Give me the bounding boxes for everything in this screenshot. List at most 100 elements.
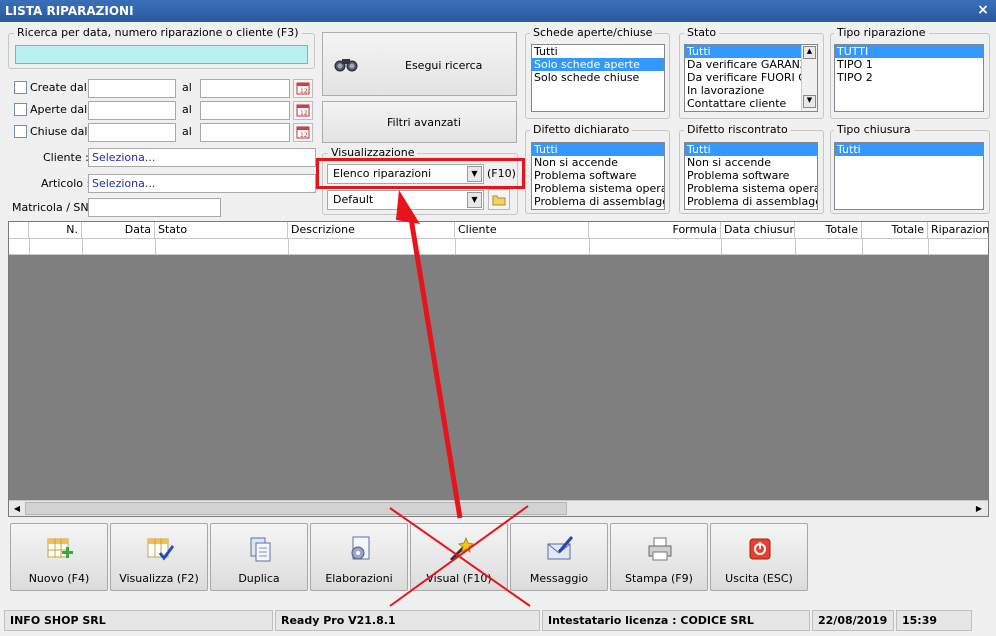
copy-documents-button[interactable]: Duplica	[210, 523, 308, 591]
list-item[interactable]: Da verificare GARANZIA	[685, 58, 817, 71]
layout-combo[interactable]: Default ▼	[327, 190, 484, 210]
create-dal-to-input[interactable]	[200, 79, 290, 98]
magic-wand-button[interactable]: Visual (F10)	[410, 523, 508, 591]
folder-icon[interactable]	[488, 189, 510, 210]
grid-add-button[interactable]: Nuovo (F4)	[10, 523, 108, 591]
calendar-icon[interactable]: 12	[293, 79, 313, 98]
scroll-up-icon[interactable]: ▲	[803, 46, 816, 59]
grid-check-button[interactable]: Visualizza (F2)	[110, 523, 208, 591]
list-item[interactable]: Problema sistema operativo	[532, 182, 664, 195]
aperte-dal-from-input[interactable]	[88, 101, 176, 120]
chiuse-dal-checkbox[interactable]	[14, 125, 27, 138]
toolbar-button-label: Nuovo (F4)	[28, 572, 90, 585]
col-stato[interactable]: Stato	[155, 222, 288, 238]
scrollbar-thumb[interactable]	[25, 502, 567, 515]
aperte-dal-to-input[interactable]	[200, 101, 290, 120]
list-item[interactable]: Tutti	[532, 143, 664, 156]
esegui-ricerca-button[interactable]: Esegui ricerca	[322, 32, 517, 96]
power-icon	[745, 534, 775, 564]
copy-documents-icon	[245, 534, 275, 564]
calendar-icon[interactable]: 12	[293, 101, 313, 120]
list-item[interactable]: Problema di assemblaggio	[532, 195, 664, 208]
filtri-avanzati-button[interactable]: Filtri avanzati	[322, 101, 517, 143]
difetto-riscontrato-title: Difetto riscontrato	[684, 123, 791, 136]
schede-listbox[interactable]: Tutti Solo schede aperte Solo schede chius…	[531, 44, 665, 112]
difetto-dichiarato-title: Difetto dichiarato	[530, 123, 633, 136]
list-item[interactable]: In lavorazione	[685, 84, 817, 97]
list-item[interactable]: TUTTI	[835, 45, 983, 58]
col-totale-1[interactable]: Totale	[795, 222, 862, 238]
matricola-input[interactable]	[88, 198, 221, 217]
create-dal-from-input[interactable]	[88, 79, 176, 98]
list-item[interactable]: TIPO 1	[835, 58, 983, 71]
bottom-toolbar: Nuovo (F4) Visualizza (F2) Duplica Elaboraz…	[10, 523, 810, 593]
col-data[interactable]: Data	[82, 222, 155, 238]
close-icon[interactable]: ×	[976, 3, 990, 17]
list-item[interactable]: Non si accende	[685, 156, 817, 169]
annotation-highlight-box	[316, 158, 525, 189]
chevron-down-icon[interactable]: ▼	[467, 192, 482, 208]
list-item[interactable]: Problema software	[685, 169, 817, 182]
list-item[interactable]: Contattare cliente	[685, 97, 817, 110]
chiuse-al-label: al	[182, 125, 192, 138]
list-item[interactable]: Da verificare FUORI GA	[685, 71, 817, 84]
col-n[interactable]: N.	[29, 222, 82, 238]
col-data-chiusura[interactable]: Data chiusura	[721, 222, 795, 238]
calendar-icon[interactable]: 12	[293, 123, 313, 142]
chiuse-dal-from-input[interactable]	[88, 123, 176, 142]
chiuse-dal-label: Chiuse dal	[30, 125, 88, 138]
create-al-label: al	[182, 81, 192, 94]
scroll-down-icon[interactable]: ▼	[803, 95, 816, 108]
tipo-riparazione-listbox[interactable]: TUTTI TIPO 1 TIPO 2	[834, 44, 984, 112]
power-button[interactable]: Uscita (ESC)	[710, 523, 808, 591]
repairs-grid[interactable]: N. Data Stato Descrizione Cliente Formul…	[8, 221, 989, 517]
list-item[interactable]: Problema sistema operativo	[685, 182, 817, 195]
gear-document-button[interactable]: Elaborazioni	[310, 523, 408, 591]
tipo-chiusura-title: Tipo chiusura	[834, 123, 914, 136]
search-label: Ricerca per data, numero riparazione o c…	[14, 26, 302, 39]
stato-listbox[interactable]: Tutti Da verificare GARANZIA Da verificare…	[684, 44, 818, 112]
grid-filter-row[interactable]	[9, 239, 988, 255]
articolo-select[interactable]: Seleziona...	[88, 174, 316, 193]
stato-scrollbar[interactable]: ▲ ▼	[801, 45, 817, 111]
col-formula[interactable]: Formula	[589, 222, 721, 238]
magic-wand-icon	[445, 534, 475, 564]
scroll-left-icon[interactable]: ◀	[10, 502, 24, 515]
envelope-pen-button[interactable]: Messaggio	[510, 523, 608, 591]
cliente-select[interactable]: Seleziona...	[88, 148, 316, 167]
create-dal-checkbox[interactable]	[14, 81, 27, 94]
list-item[interactable]: Tutti	[685, 45, 817, 58]
status-time: 15:39	[896, 610, 972, 631]
list-item[interactable]: Problema di assemblaggio	[685, 195, 817, 208]
toolbar-button-label: Visual (F10)	[426, 572, 492, 585]
list-item[interactable]: TIPO 2	[835, 71, 983, 84]
col-riparazione[interactable]: Riparazione	[928, 222, 988, 238]
col-descrizione[interactable]: Descrizione	[288, 222, 455, 238]
list-item[interactable]: Tutti	[835, 143, 983, 156]
grid-horizontal-scrollbar[interactable]: ◀ ▶	[9, 500, 988, 516]
scroll-right-icon[interactable]: ▶	[972, 502, 986, 515]
grid-add-icon	[45, 534, 75, 564]
col-cliente[interactable]: Cliente	[455, 222, 589, 238]
list-item[interactable]: Tutti	[685, 143, 817, 156]
printer-button[interactable]: Stampa (F9)	[610, 523, 708, 591]
list-item[interactable]: Problema software	[532, 169, 664, 182]
status-company: INFO SHOP SRL	[4, 610, 273, 631]
matricola-label: Matricola / SN:	[12, 201, 93, 214]
search-input[interactable]	[15, 45, 308, 64]
list-item[interactable]: Solo schede chiuse	[532, 71, 664, 84]
aperte-dal-checkbox[interactable]	[14, 103, 27, 116]
tipo-chiusura-listbox[interactable]: Tutti	[834, 142, 984, 210]
list-item[interactable]: Tutti	[532, 45, 664, 58]
difetto-dichiarato-listbox[interactable]: Tutti Non si accende Problema software Prob…	[531, 142, 665, 210]
difetto-riscontrato-listbox[interactable]: Tutti Non si accende Problema software Prob…	[684, 142, 818, 210]
status-license: Intestatario licenza : CODICE SRL	[542, 610, 810, 631]
list-item[interactable]: Solo schede aperte	[532, 58, 664, 71]
list-item[interactable]: Non si accende	[532, 156, 664, 169]
stato-title: Stato	[684, 26, 720, 39]
col-totale-2[interactable]: Totale	[862, 222, 928, 238]
filtri-avanzati-label: Filtri avanzati	[387, 116, 461, 129]
toolbar-button-label: Elaborazioni	[325, 572, 393, 585]
aperte-al-label: al	[182, 103, 192, 116]
chiuse-dal-to-input[interactable]	[200, 123, 290, 142]
